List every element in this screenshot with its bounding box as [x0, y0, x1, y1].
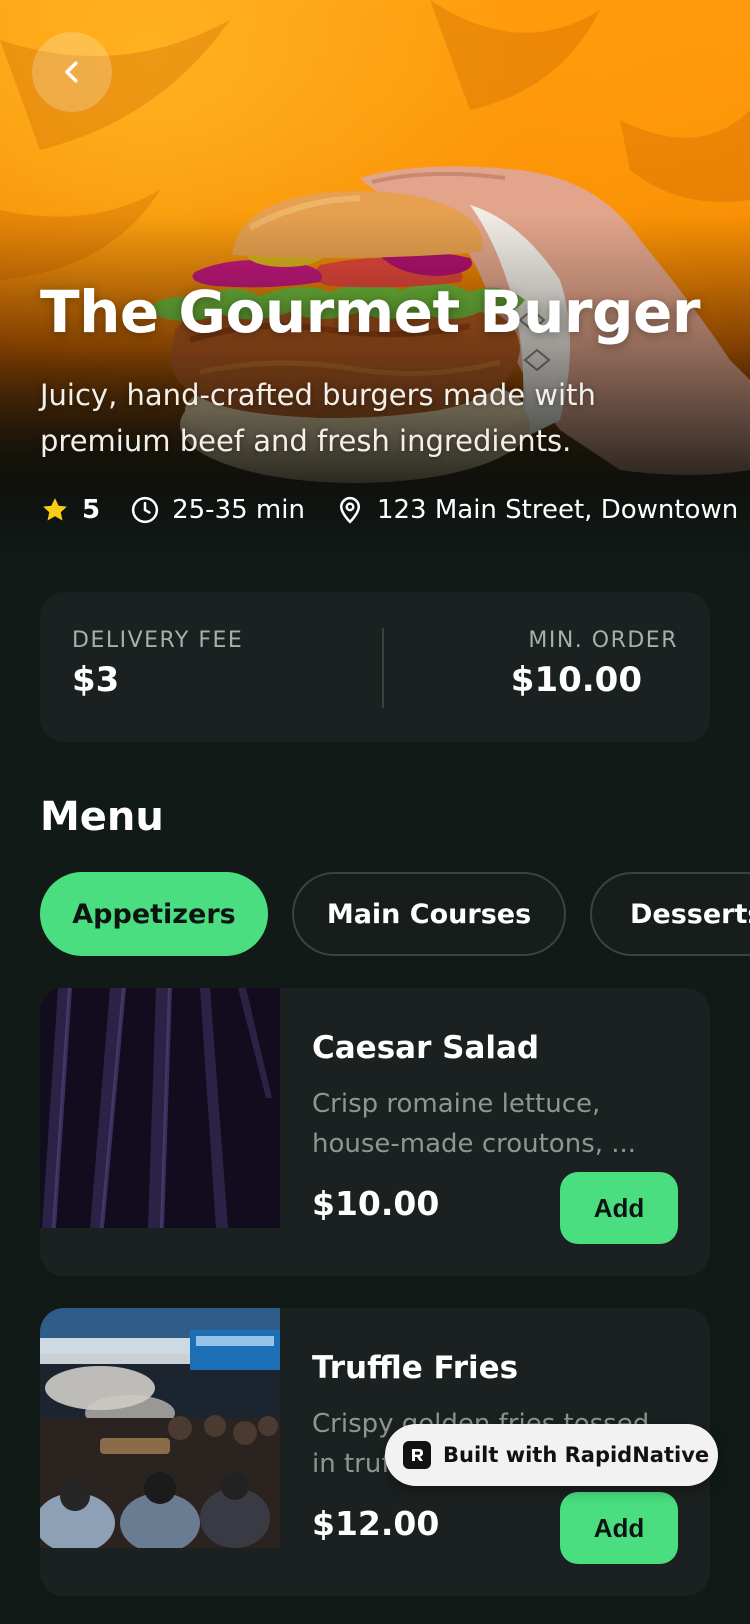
rating: 5: [40, 495, 100, 525]
map-pin-icon: [339, 496, 360, 524]
rapidnative-logo-icon: [403, 1441, 431, 1469]
tab-desserts[interactable]: Desserts: [590, 872, 750, 956]
rating-value: 5: [82, 495, 101, 525]
chevron-left-icon: [65, 61, 78, 83]
info-divider: [382, 628, 384, 708]
delivery-fee-value: $3: [72, 660, 120, 700]
address: 123 Main Street, Downtown: [335, 495, 738, 525]
min-order-label: MIN. ORDER: [528, 628, 678, 653]
min-order-value: $10.00: [510, 660, 642, 700]
address-value: 123 Main Street, Downtown: [376, 495, 739, 525]
menu-title: Menu: [40, 794, 164, 840]
star-icon: [43, 498, 67, 521]
delivery-time-value: 25-35 min: [172, 495, 305, 525]
delivery-time: 25-35 min: [130, 495, 305, 525]
add-to-cart-button[interactable]: Add: [560, 1492, 678, 1564]
delivery-fee-label: DELIVERY FEE: [72, 628, 244, 653]
delivery-info-card: DELIVERY FEE $3 MIN. ORDER $10.00: [40, 592, 710, 742]
badge-text: Built with RapidNative: [443, 1443, 710, 1467]
tab-main-courses[interactable]: Main Courses: [292, 872, 566, 956]
tab-label: Appetizers: [72, 898, 236, 930]
menu-item-name: Caesar Salad: [312, 1030, 540, 1066]
tab-label: Main Courses: [326, 898, 532, 930]
menu-item-image: [40, 988, 280, 1228]
restaurant-description: Juicy, hand-crafted burgers made with pr…: [40, 378, 596, 458]
menu-item-name: Truffle Fries: [312, 1350, 519, 1386]
clock-icon: [131, 496, 159, 524]
menu-item-price: $12.00: [312, 1504, 440, 1543]
built-with-badge[interactable]: Built with RapidNative: [385, 1424, 718, 1486]
add-to-cart-button[interactable]: Add: [560, 1172, 678, 1244]
menu-item-price: $10.00: [312, 1184, 440, 1223]
menu-item-description: Crisp romaine lettuce, house-made crouto…: [312, 1089, 637, 1159]
menu-item-card[interactable]: Caesar Salad Crisp romaine lettuce, hous…: [40, 988, 710, 1276]
tab-appetizers[interactable]: Appetizers: [40, 872, 268, 956]
restaurant-meta: 5 25-35 min 123 Main Street, Downtown: [40, 490, 750, 530]
hero-banner: The Gourmet Burger Juicy, hand-crafted b…: [0, 0, 750, 560]
menu-item-image: [40, 1308, 280, 1548]
tab-label: Desserts: [630, 898, 750, 930]
back-button[interactable]: [32, 32, 112, 112]
restaurant-name: The Gourmet Burger: [40, 278, 700, 346]
